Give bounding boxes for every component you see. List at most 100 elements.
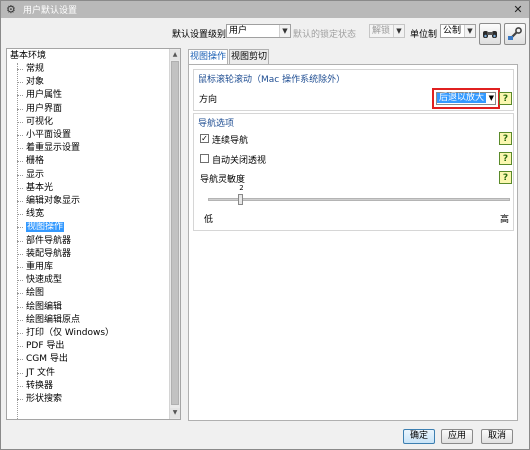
auto-close-perspective-checkbox[interactable] <box>200 154 209 163</box>
level-select[interactable]: 用户 ▼ <box>226 24 291 38</box>
unit-system-select[interactable]: 公制 ▼ <box>440 24 476 38</box>
tree-item[interactable]: 打印（仅 Windows） <box>7 327 170 339</box>
cancel-button[interactable]: 取消 <box>481 429 513 444</box>
tree-item[interactable]: 绘图编辑 <box>7 301 170 313</box>
tree-item-label: JT 文件 <box>26 367 56 378</box>
tree-item[interactable]: 编辑对象显示 <box>7 195 170 207</box>
manage-settings-button[interactable] <box>504 23 526 45</box>
tree-item-label: PDF 导出 <box>26 341 65 352</box>
unit-system-value: 公制 <box>443 26 462 36</box>
tree-item-label: 打印（仅 Windows） <box>26 328 115 338</box>
lock-state-select[interactable]: 解锁 ▼ <box>369 24 405 38</box>
tab-view-clipping[interactable]: 视图剪切 <box>229 49 269 64</box>
tree-guide <box>17 346 23 348</box>
slider-max-label: 高 <box>500 215 510 225</box>
mouse-wheel-title: 鼠标滚轮滚动（Mac 操作系统除外） <box>198 75 346 85</box>
help-icon[interactable]: ? <box>499 152 512 165</box>
tree-guide <box>17 399 23 400</box>
wrench-icon <box>508 27 522 40</box>
tree-item-label: 编辑对象显示 <box>26 196 81 206</box>
sensitivity-slider-track[interactable] <box>208 198 510 201</box>
tree-root-item[interactable]: 基本环境 <box>7 50 170 62</box>
tree-item[interactable]: 绘图 <box>7 287 170 299</box>
continuous-navigation-checkbox[interactable]: ✓ <box>200 134 209 143</box>
tree-item-label: 装配导航器 <box>26 248 72 259</box>
tree-item[interactable]: 绘图编辑原点 <box>7 314 170 326</box>
apply-button[interactable]: 应用 <box>441 429 473 444</box>
tree-item[interactable]: 可视化 <box>7 116 170 128</box>
tree-guide <box>17 227 23 229</box>
tree-guide <box>17 135 23 136</box>
tree-item[interactable]: 部件导航器 <box>7 235 170 247</box>
tree-item-label: 转换器 <box>26 380 54 391</box>
tree-item[interactable]: 小平面设置 <box>7 129 170 141</box>
tree-item-label: 快速成型 <box>26 275 63 286</box>
tree-guide <box>17 293 23 295</box>
help-icon[interactable]: ? <box>499 171 512 184</box>
navigation-group: 导航选项 ✓ 连续导航 ? 自动关闭透视 ? 导航灵敏度 ? 2 低 高 <box>193 113 514 231</box>
tree-item[interactable]: 用户属性 <box>7 89 170 101</box>
tree-item[interactable]: JT 文件 <box>7 367 170 379</box>
lock-state-label: 默认的锁定状态 <box>293 30 357 40</box>
auto-close-perspective-label: 自动关闭透视 <box>212 156 267 166</box>
settings-tree[interactable]: 基本环境 常规对象 用户属性用户界面可视化 小平面设置 着重显示设置 栅格显示 基本光编辑… <box>6 48 181 420</box>
tree-item[interactable]: 重用库 <box>7 261 170 273</box>
chevron-down-icon: ▼ <box>393 25 404 37</box>
binoculars-button[interactable] <box>479 23 501 45</box>
chevron-down-icon: ▼ <box>279 25 290 37</box>
tree-item[interactable]: CGM 导出 <box>7 353 170 365</box>
scroll-up-icon[interactable]: ▲ <box>170 50 180 60</box>
title-bar: ⚙ 用户默认设置 ✕ <box>1 1 529 18</box>
tree-scrollbar[interactable]: ▲ ▼ <box>169 49 180 419</box>
tree-item-label: CGM 导出 <box>26 354 68 365</box>
tree-item-label: 部件导航器 <box>26 235 72 246</box>
tree-guide <box>17 201 23 202</box>
tree-item-label: 绘图编辑原点 <box>26 314 81 325</box>
tree-guide <box>17 267 23 268</box>
tree-item[interactable]: 形状搜索 <box>7 393 170 405</box>
tree-root-label: 基本环境 <box>10 51 47 61</box>
tree-item[interactable]: 用户界面 <box>7 103 170 115</box>
tree-item[interactable]: 对象 <box>7 76 170 88</box>
tree-guide <box>17 108 23 110</box>
close-button[interactable]: ✕ <box>511 3 525 16</box>
tree-item-label: 用户界面 <box>26 103 63 114</box>
ok-button[interactable]: 确定 <box>403 429 435 444</box>
tree-guide <box>17 385 23 387</box>
level-label: 默认设置级别 <box>172 30 227 40</box>
tree-item[interactable]: 快速成型 <box>7 274 170 286</box>
tree-item-label: 常规 <box>26 64 45 74</box>
scroll-thumb[interactable] <box>171 61 179 405</box>
toolbar: 默认设置级别 用户 ▼ 默认的锁定状态 解锁 ▼ 单位制 公制 ▼ <box>1 19 529 47</box>
help-icon[interactable]: ? <box>499 92 512 105</box>
tree-guide <box>17 359 23 361</box>
tree-item[interactable]: 栅格 <box>7 155 170 167</box>
tab-view-operation[interactable]: 视图操作 <box>188 49 228 65</box>
scroll-down-icon[interactable]: ▼ <box>170 408 180 418</box>
tree-item-label: 绘图编辑 <box>26 301 63 312</box>
navigation-title: 导航选项 <box>198 119 235 129</box>
binoculars-icon <box>483 31 497 38</box>
tree-guide <box>17 95 23 97</box>
tree-item[interactable]: 线宽 <box>7 208 170 220</box>
tree-item[interactable]: 装配导航器 <box>7 248 170 260</box>
tree-guide <box>17 69 23 70</box>
help-icon[interactable]: ? <box>499 132 512 145</box>
tree-guide <box>17 174 23 176</box>
tree-item[interactable]: 基本光 <box>7 182 170 194</box>
tree-item[interactable]: 视图操作 <box>7 221 170 233</box>
tree-item[interactable]: 显示 <box>7 169 170 181</box>
mouse-wheel-group: 鼠标滚轮滚动（Mac 操作系统除外） 方向 后退以放大 ▼ ? <box>193 69 514 111</box>
tree-guide <box>17 280 23 282</box>
tree-item[interactable]: 着重显示设置 <box>7 142 170 154</box>
tree-item[interactable]: PDF 导出 <box>7 340 170 352</box>
tree-item[interactable]: 转换器 <box>7 380 170 392</box>
tree-guide <box>17 253 23 255</box>
tree-guide <box>17 161 23 163</box>
sensitivity-slider-thumb[interactable] <box>238 194 244 205</box>
tree-guide <box>17 240 23 242</box>
tree-guide <box>17 319 23 321</box>
tree-item[interactable]: 常规 <box>7 63 170 75</box>
tree-guide <box>17 372 23 374</box>
lock-state-value: 解锁 <box>372 26 391 36</box>
